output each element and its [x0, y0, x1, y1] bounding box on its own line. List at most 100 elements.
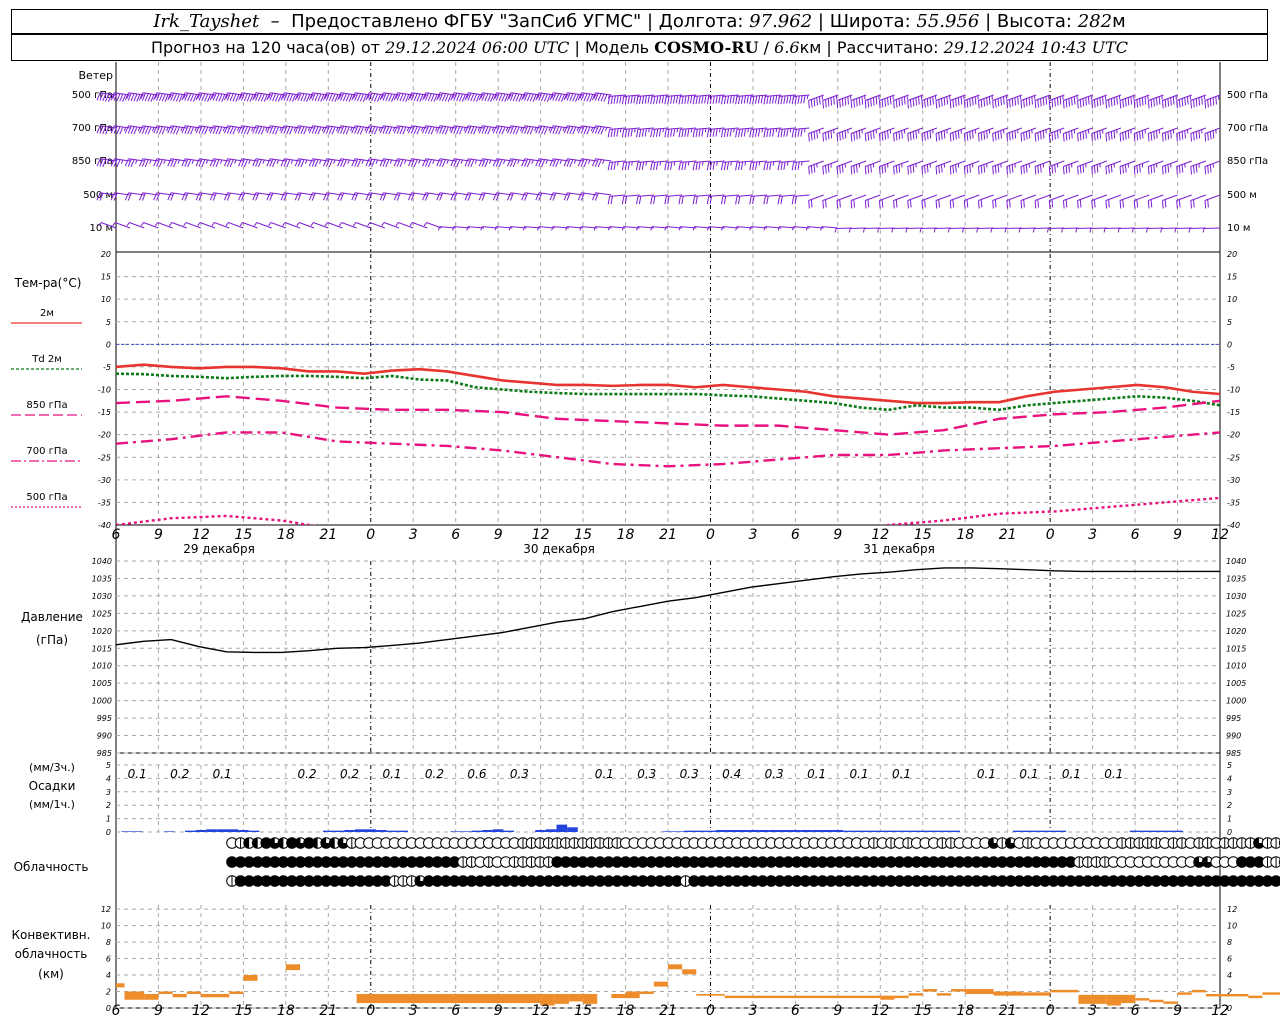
precip-tick-label: 2	[106, 801, 111, 810]
precip-bar	[248, 830, 260, 832]
wind-barb-half-feather	[466, 226, 469, 231]
wind-barb-half-feather	[877, 228, 879, 233]
conv-tick-label-right: 6	[1227, 955, 1232, 964]
wind-barb-half-feather	[621, 226, 625, 231]
wind-barb-feather	[348, 94, 353, 102]
wind-barb	[195, 92, 216, 102]
wind-barb-feather	[1108, 199, 1110, 208]
wind-barb-feather	[763, 162, 766, 171]
wind-barb-half-feather	[758, 161, 761, 166]
wind-barb	[1006, 160, 1023, 175]
wind-barb	[422, 125, 442, 135]
wind-barb-feather	[723, 162, 727, 171]
wind-barb	[864, 127, 881, 142]
wind-barb-feather	[320, 94, 325, 102]
wind-barb	[822, 160, 839, 175]
wind-barb-feather	[1108, 132, 1110, 141]
wind-barb-feather	[867, 99, 870, 108]
wind-barb-half-feather	[508, 226, 511, 231]
wind-barb-feather	[226, 192, 231, 201]
wind-barb-feather	[436, 192, 441, 201]
wind-barb-feather	[687, 128, 690, 137]
wind-barb	[1147, 194, 1164, 209]
wind-level-500m: 500 м	[83, 190, 113, 201]
precip-tick-label: 4	[106, 774, 111, 783]
precip-bar	[556, 824, 568, 832]
wind-barb-feather	[907, 133, 909, 142]
wind-barb-half-feather	[477, 127, 481, 132]
wind-barb-feather	[212, 158, 217, 167]
wind-barb-feather	[957, 97, 960, 106]
wind-barb-half-feather	[1131, 228, 1134, 233]
wind-barb-feather	[246, 93, 251, 102]
wind-barb-feather	[955, 164, 957, 173]
wind-barb-feather	[359, 126, 364, 135]
wind-barb-feather	[345, 126, 350, 135]
wind-barb-feather	[501, 93, 506, 102]
wind-barb-feather	[1011, 164, 1014, 173]
wind-barb-feather	[887, 97, 889, 106]
wind-barb-feather	[433, 94, 438, 102]
time-tick-label: 9	[1173, 1003, 1182, 1019]
time-tick-label: 3	[1088, 1003, 1097, 1019]
wind-barb	[878, 127, 895, 142]
wind-barb-feather	[963, 200, 966, 209]
wind-barb-feather	[749, 162, 752, 171]
wind-barb-feather	[1122, 165, 1124, 174]
wind-barb-feather	[405, 94, 410, 102]
wind-barb-feather	[427, 159, 432, 168]
wind-barb-half-feather	[338, 222, 342, 227]
wind-barb-feather	[670, 161, 673, 170]
wind-barb	[535, 92, 555, 102]
wind-barb-feather	[555, 159, 560, 168]
precip-3h-total: 0.3	[765, 767, 784, 781]
wind-barb-feather	[144, 159, 149, 168]
wind-barb-feather	[1091, 200, 1093, 209]
time-tick-label: 15	[234, 527, 252, 543]
wind-barb-feather	[232, 126, 237, 135]
precip-bar	[938, 830, 950, 832]
wind-barb-feather	[813, 164, 816, 173]
wind-barb-feather	[1025, 131, 1028, 140]
wind-barb-feather	[541, 159, 546, 168]
pressure-plot: 1040 10401035 10351030 10301025 10251020 1020…	[92, 557, 1247, 758]
precip-3h-total: 0.1	[1104, 767, 1123, 781]
wind-barb-feather	[825, 199, 827, 208]
wind-barb-feather	[844, 97, 847, 106]
wind-barb-feather	[921, 166, 924, 175]
precip-bar	[1151, 830, 1162, 832]
wind-barb-feather	[1207, 132, 1209, 141]
wind-barb-feather	[1130, 96, 1133, 105]
wind-barb-feather	[610, 96, 613, 105]
conv-cloud-bar	[285, 964, 300, 971]
wind-barb-feather	[898, 131, 901, 140]
wind-barb-feather	[746, 95, 749, 104]
wind-barb-feather	[552, 125, 557, 134]
precip-bar	[832, 829, 844, 832]
wind-barb	[1034, 194, 1051, 209]
wind-barb-feather	[940, 98, 943, 107]
wind-barb	[492, 92, 513, 102]
wind-barb-feather	[509, 125, 514, 134]
wind-barb-feather	[266, 158, 271, 167]
wind-barb	[864, 94, 881, 109]
wind-barb	[1119, 127, 1136, 142]
conv-cloud-bar	[116, 983, 125, 988]
wind-barb-feather	[737, 162, 741, 171]
wind-barb-half-feather	[324, 222, 328, 227]
wind-barb	[238, 125, 258, 135]
wind-barb	[535, 158, 555, 168]
wind-barb	[1176, 94, 1192, 109]
wind-barb-feather	[607, 129, 611, 138]
wind-barb-feather	[566, 125, 571, 134]
wind-barb-half-feather	[403, 159, 407, 164]
precip-bar	[1129, 830, 1141, 832]
wind-barb-feather	[289, 126, 294, 135]
time-tick-label: 21	[319, 527, 337, 543]
wind-barb-feather	[594, 92, 599, 101]
wind-barb-staff	[949, 227, 966, 230]
conv-tick-label: 12	[101, 905, 111, 914]
time-tick-label: 0	[366, 1003, 375, 1019]
wind-barb-feather	[921, 100, 924, 109]
wind-barb-feather	[286, 93, 291, 102]
